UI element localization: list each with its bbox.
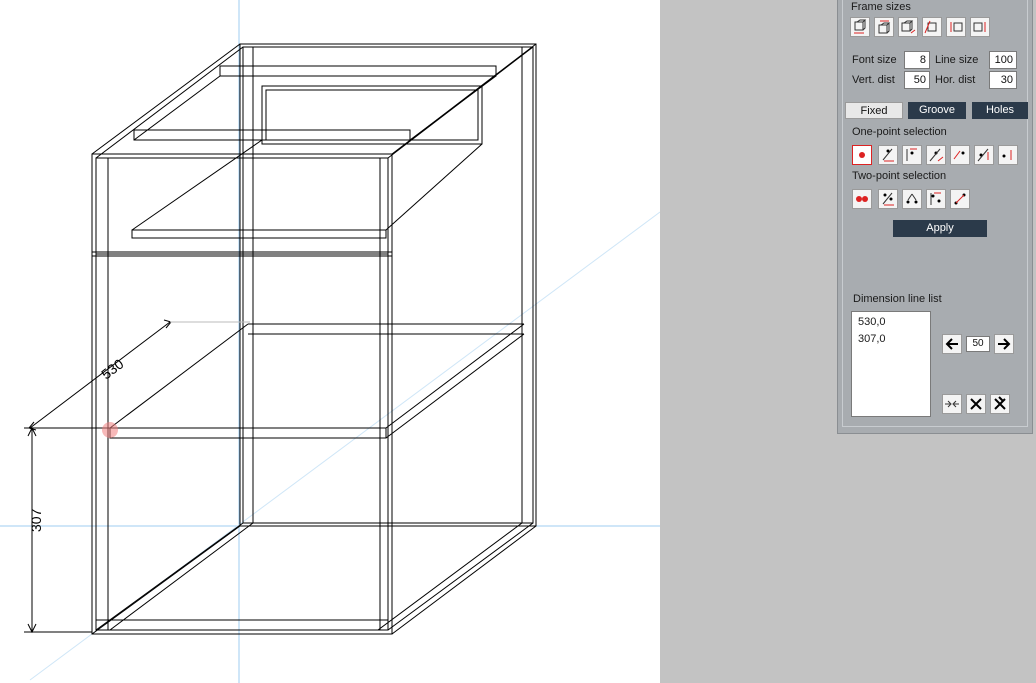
frame-size-top-width-icon[interactable] bbox=[874, 17, 894, 37]
merge-icon[interactable] bbox=[942, 394, 962, 414]
point-depth-icon[interactable] bbox=[926, 145, 946, 165]
depth-dimension-label: 530 bbox=[98, 355, 126, 382]
selected-point-marker[interactable] bbox=[102, 422, 118, 438]
point-diagonal-icon[interactable] bbox=[950, 145, 970, 165]
arrow-left-icon[interactable] bbox=[942, 334, 962, 354]
font-size-field[interactable]: 8 bbox=[904, 51, 930, 69]
holes-button[interactable]: Holes bbox=[972, 102, 1028, 119]
point-horizontal-icon[interactable] bbox=[878, 145, 898, 165]
vert-dist-field[interactable]: 50 bbox=[904, 71, 930, 89]
frame-size-height-right-icon[interactable] bbox=[970, 17, 990, 37]
two-point-horizontal-icon[interactable] bbox=[878, 189, 898, 209]
fixed-button[interactable]: Fixed bbox=[845, 102, 903, 119]
cabinet-wireframe: 530 307 bbox=[0, 0, 660, 683]
point-offset-icon[interactable] bbox=[998, 145, 1018, 165]
height-dimension-label: 307 bbox=[28, 508, 44, 532]
two-point-diagonal-icon[interactable] bbox=[902, 189, 922, 209]
one-point-title: One-point selection bbox=[852, 126, 947, 138]
frame-size-width-icon[interactable] bbox=[850, 17, 870, 37]
list-item[interactable]: 307,0 bbox=[858, 331, 924, 348]
point-vertical-icon[interactable] bbox=[902, 145, 922, 165]
two-point-title: Two-point selection bbox=[852, 170, 947, 182]
single-point-icon[interactable] bbox=[852, 145, 872, 165]
delete-all-icon[interactable] bbox=[990, 394, 1010, 414]
frame-size-depth-icon[interactable] bbox=[898, 17, 918, 37]
frame-sizes-title: Frame sizes bbox=[851, 1, 911, 13]
step-field[interactable]: 50 bbox=[966, 336, 990, 352]
two-points-icon[interactable] bbox=[852, 189, 872, 209]
frame-size-diagonal-icon[interactable] bbox=[922, 17, 942, 37]
point-height-icon[interactable] bbox=[974, 145, 994, 165]
dimension-panel: Frame sizes Font size 8 Line size 100 Ve… bbox=[837, 0, 1033, 434]
vert-dist-label: Vert. dist bbox=[852, 74, 895, 86]
line-size-field[interactable]: 100 bbox=[989, 51, 1017, 69]
arrow-right-icon[interactable] bbox=[994, 334, 1014, 354]
dimension-list-title: Dimension line list bbox=[853, 293, 942, 305]
line-size-label: Line size bbox=[935, 54, 979, 66]
dimension-line-list[interactable]: 530,0 307,0 bbox=[851, 311, 931, 417]
hor-dist-label: Hor. dist bbox=[935, 74, 976, 86]
font-size-label: Font size bbox=[852, 54, 897, 66]
list-item[interactable]: 530,0 bbox=[858, 314, 924, 331]
two-point-vertical-icon[interactable] bbox=[926, 189, 946, 209]
apply-button[interactable]: Apply bbox=[893, 220, 987, 237]
frame-size-height-icon[interactable] bbox=[946, 17, 966, 37]
groove-button[interactable]: Groove bbox=[908, 102, 966, 119]
3d-viewport[interactable]: 530 307 bbox=[0, 0, 660, 683]
two-point-line-icon[interactable] bbox=[950, 189, 970, 209]
delete-icon[interactable] bbox=[966, 394, 986, 414]
hor-dist-field[interactable]: 30 bbox=[989, 71, 1017, 89]
